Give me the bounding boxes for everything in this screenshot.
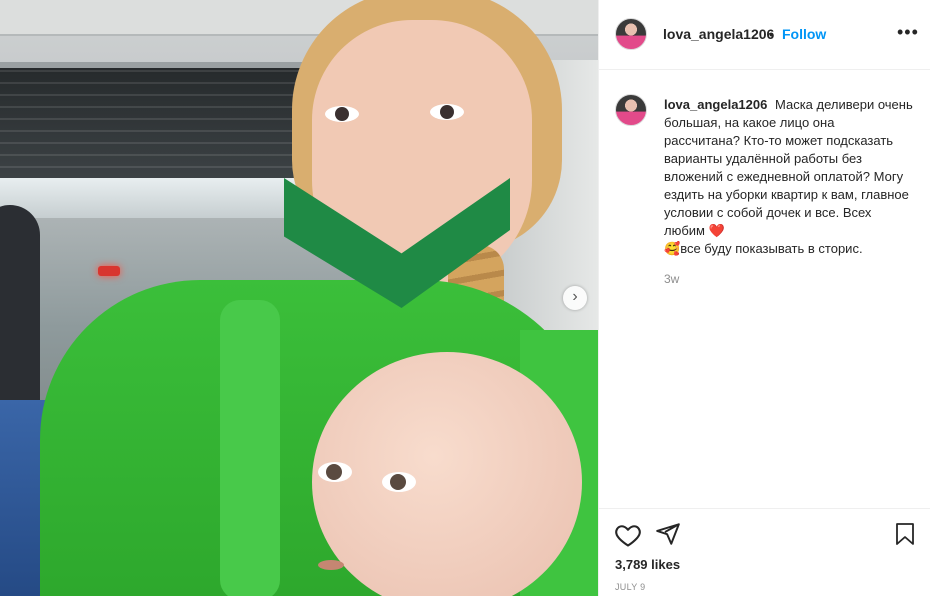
header-username[interactable]: lova_angela1206	[663, 26, 774, 42]
baby-head	[312, 352, 582, 596]
chevron-right-icon: ›	[572, 288, 578, 305]
girl-eye-left	[325, 106, 359, 122]
next-photo-button[interactable]: ›	[563, 286, 587, 310]
backpack-strap	[220, 300, 280, 596]
bookmark-outline-icon[interactable]	[893, 521, 921, 549]
caption-text: Маска деливери очень большая, на какое л…	[664, 97, 913, 238]
window-lines	[0, 70, 320, 180]
paper-plane-icon[interactable]	[655, 521, 683, 549]
post-photo[interactable]: ›	[0, 0, 598, 596]
baby-eye-right	[382, 472, 416, 492]
baby-mouth	[318, 560, 344, 570]
post-side-panel: lova_angela1206 • Follow ••• lova_angela…	[598, 0, 930, 596]
likes-count[interactable]: 3,789 likes	[615, 557, 680, 572]
caption-avatar[interactable]	[615, 94, 647, 126]
caption: lova_angela1206 Маска деливери очень бол…	[664, 96, 914, 258]
post-header: lova_angela1206 • Follow •••	[599, 0, 930, 70]
girl-eye-right	[430, 104, 464, 120]
time-ago[interactable]: 3w	[664, 272, 679, 286]
post-date[interactable]: JULY 9	[615, 582, 645, 592]
window-glare	[0, 178, 300, 218]
heart-outline-icon[interactable]	[614, 521, 642, 549]
avatar[interactable]	[615, 18, 647, 50]
more-options-icon[interactable]: •••	[897, 22, 919, 43]
red-light	[98, 266, 120, 276]
heart-emoji: ❤️	[708, 223, 725, 238]
follow-button[interactable]: Follow	[782, 26, 826, 42]
baby-eye-left	[318, 462, 352, 482]
dot-separator: •	[769, 26, 774, 42]
smile-emoji: 🥰	[664, 241, 681, 256]
caption-tail: все буду показывать в сторис.	[680, 241, 863, 256]
post-actions: 3,789 likes JULY 9	[599, 508, 930, 596]
caption-username[interactable]: lova_angela1206	[664, 97, 767, 112]
